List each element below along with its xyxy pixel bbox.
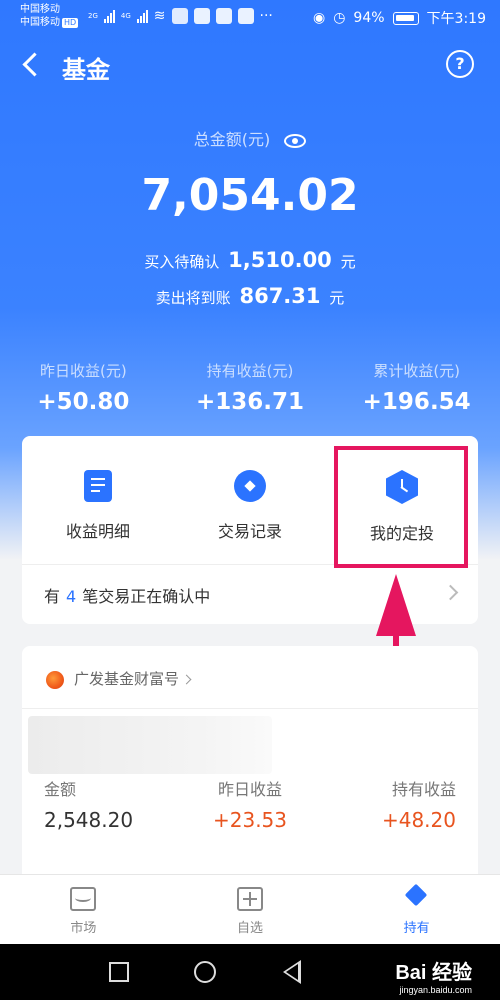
hd-badge: HD: [62, 18, 79, 28]
watermark-brand: Bai 经验: [395, 962, 472, 984]
status-right: ◉ ◷ 94% 下午3:19: [313, 8, 486, 28]
more-dots-icon: ···: [259, 8, 273, 24]
action-label: 交易记录: [217, 522, 282, 541]
stat-label: 持有收益(元): [206, 362, 294, 380]
total-amount-label-row: 总金额(元): [0, 126, 500, 150]
document-icon: [84, 470, 112, 502]
market-icon: [70, 887, 97, 911]
fund-provider-name: 广发基金财富号: [74, 670, 180, 688]
add-favorite-icon: [237, 887, 263, 911]
pending-transactions-text: 有 4 笔交易正在确认中: [44, 583, 210, 607]
carrier-1: 中国移动: [20, 4, 60, 15]
baidu-watermark-logo: Bai 经验 jingyan.baidu.com: [395, 956, 472, 995]
stat-yesterday: 昨日收益(元) +50.80: [0, 360, 167, 415]
net-4g-label: 4G: [120, 12, 131, 20]
app-icon-1: [171, 8, 188, 24]
fund-col-value: +23.53: [212, 808, 287, 832]
net-2g-label: 2G: [88, 12, 98, 20]
signal-icon: [103, 9, 115, 23]
stat-value: +50.80: [37, 389, 130, 415]
sell-pending-label: 卖出将到账: [155, 289, 231, 307]
pending-count: 4: [66, 587, 77, 606]
signal-icon-2: [136, 9, 148, 23]
watermark-url: jingyan.baidu.com: [399, 985, 472, 995]
stat-holding: 持有收益(元) +136.71: [167, 360, 334, 415]
blurred-fund-name: [28, 716, 272, 774]
pending-prefix: 有: [44, 587, 61, 606]
stat-value: +136.71: [195, 389, 305, 415]
help-button[interactable]: ?: [446, 50, 474, 78]
fund-col-value: +48.20: [381, 808, 456, 832]
clock-time: 下午3:19: [426, 11, 486, 27]
buy-pending-value: 1,510.00: [228, 248, 332, 272]
wifi-icon: ≋: [153, 8, 166, 24]
stat-cumulative: 累计收益(元) +196.54: [333, 360, 500, 415]
chevron-right-icon: [181, 674, 192, 685]
chevron-right-icon: [442, 584, 459, 601]
page-title: 基金: [62, 56, 110, 84]
back-button[interactable]: [18, 50, 48, 80]
total-amount-value: 7,054.02: [141, 170, 359, 221]
earnings-detail-button[interactable]: 收益明细: [22, 436, 174, 564]
tab-favorites[interactable]: 自选: [167, 875, 334, 944]
app-header: 基金 ?: [0, 44, 500, 90]
earnings-stats: 昨日收益(元) +50.80 持有收益(元) +136.71 累计收益(元) +…: [0, 360, 500, 415]
layers-icon: [404, 887, 430, 911]
app-icon-3: [215, 8, 232, 24]
fund-yesterday: 昨日收益 +23.53: [181, 776, 318, 832]
stat-label: 累计收益(元): [373, 362, 461, 380]
tab-holdings[interactable]: 持有: [333, 875, 500, 944]
bottom-tab-bar: 市场 自选 持有: [0, 874, 500, 944]
stat-value: +196.54: [362, 389, 471, 415]
recents-button[interactable]: [109, 962, 129, 982]
fund-col-label: 持有收益: [391, 780, 456, 799]
sell-pending-value: 867.31: [239, 284, 321, 308]
fund-col-label: 昨日收益: [217, 780, 282, 799]
action-label: 收益明细: [65, 522, 130, 541]
total-amount-label: 总金额(元): [193, 130, 271, 149]
home-button[interactable]: [194, 961, 216, 983]
app-icon-4: [237, 8, 254, 24]
tab-label: 持有: [403, 921, 430, 936]
fund-amount: 金额 2,548.20: [44, 776, 181, 832]
buy-pending-label: 买入待确认: [144, 253, 220, 271]
fund-col-value: 2,548.20: [44, 808, 134, 832]
battery-icon: [392, 11, 419, 25]
carrier-2: 中国移动: [20, 17, 60, 28]
highlight-box: [334, 446, 468, 568]
sell-pending-unit: 元: [329, 289, 345, 307]
fund-holding: 持有收益 +48.20: [319, 776, 456, 832]
pending-suffix: 笔交易正在确认中: [82, 587, 211, 606]
system-nav-bar: Bai 经验 jingyan.baidu.com: [0, 944, 500, 1000]
tab-label: 市场: [70, 921, 97, 936]
sell-pending-row: 卖出将到账 867.31 元: [0, 284, 500, 308]
divider: [22, 708, 478, 709]
back-nav-button[interactable]: [283, 960, 301, 984]
fund-provider-link[interactable]: 广发基金财富号: [46, 668, 192, 689]
stat-label: 昨日收益(元): [39, 362, 127, 380]
tab-label: 自选: [237, 921, 264, 936]
fund-card[interactable]: 广发基金财富号 金额 2,548.20 昨日收益 +23.53 持有收益 +48…: [22, 646, 478, 886]
battery-percent: 94%: [353, 10, 385, 26]
buy-pending-row: 买入待确认 1,510.00 元: [0, 248, 500, 272]
fund-values-row: 金额 2,548.20 昨日收益 +23.53 持有收益 +48.20: [22, 776, 478, 832]
carrier-info: 中国移动 中国移动 HD: [20, 3, 79, 29]
buy-pending-unit: 元: [340, 253, 356, 271]
eye-toggle-icon[interactable]: [284, 133, 307, 148]
annotation-arrow-head: [376, 574, 416, 636]
gf-fund-logo-icon: [46, 670, 64, 689]
app-icon-2: [193, 8, 210, 24]
trade-record-icon: [234, 470, 266, 502]
status-bar: 中国移动 中国移动 HD 2G 4G ≋ ··· ◉ ◷ 94% 下午3:19: [0, 0, 500, 34]
alarm-icon: ◷: [333, 10, 346, 26]
status-icons: 2G 4G ≋ ···: [88, 8, 273, 24]
eye-status-icon: ◉: [312, 10, 326, 26]
trade-records-button[interactable]: 交易记录: [174, 436, 326, 564]
tab-market[interactable]: 市场: [0, 875, 167, 944]
fund-col-label: 金额: [44, 780, 77, 799]
